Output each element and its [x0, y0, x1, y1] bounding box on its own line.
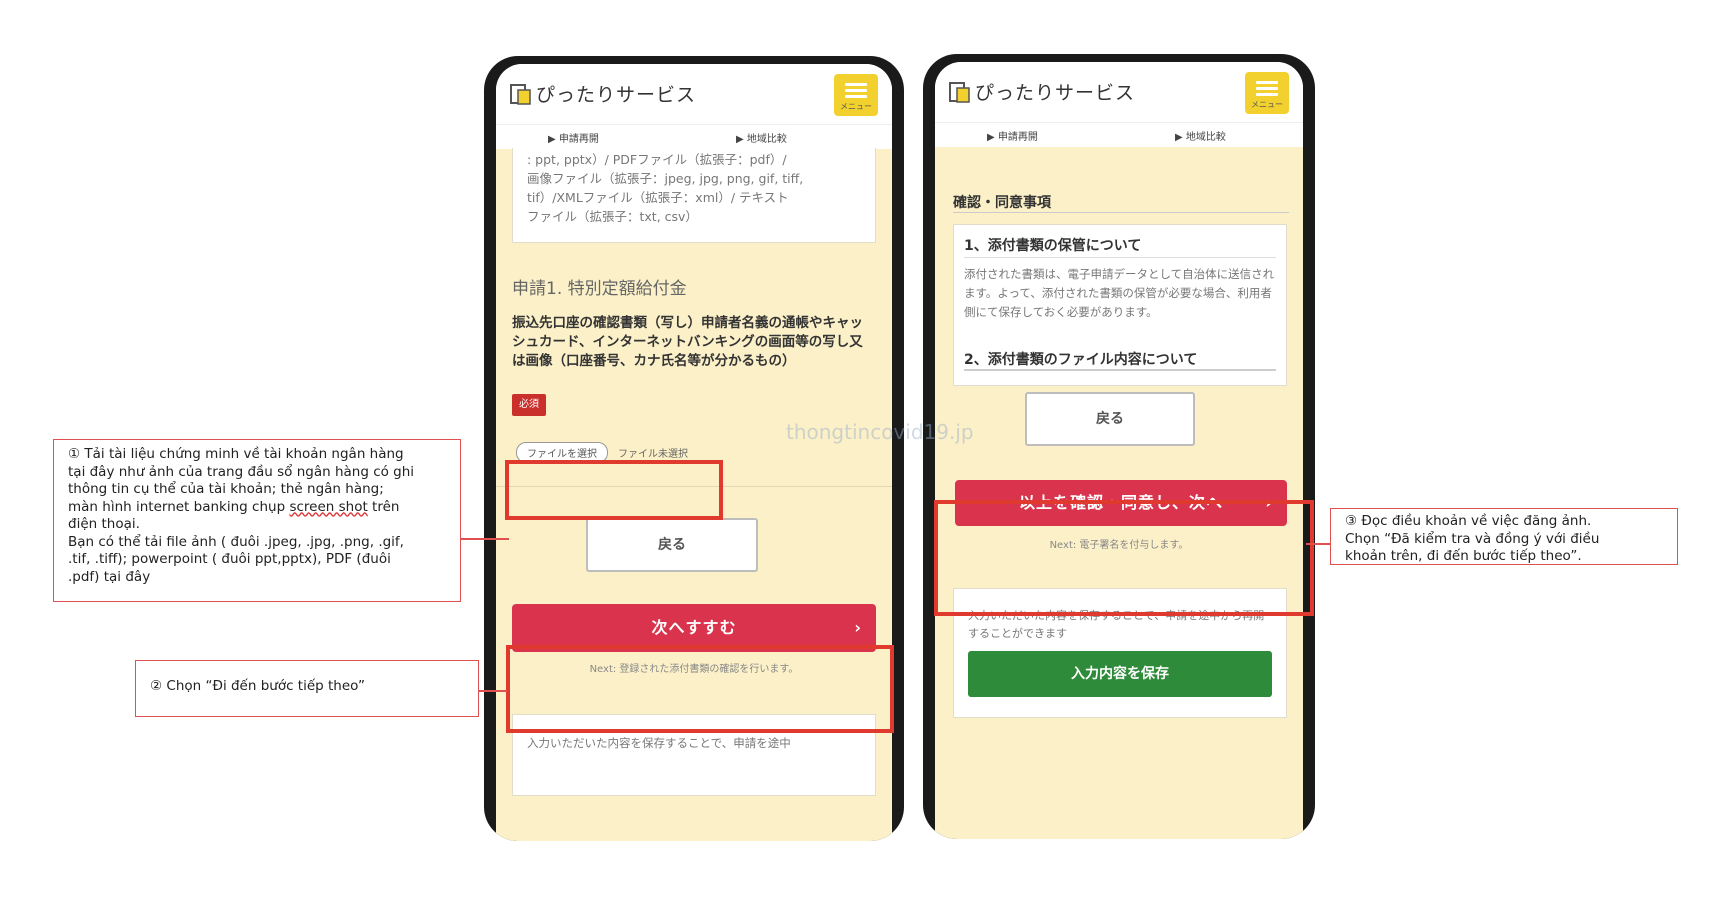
back-button[interactable]: 戻る	[1025, 392, 1195, 446]
watermark: thongtincovid19.jp	[786, 420, 974, 444]
annotation-1-line: .tif, .tiff); powerpoint ( đuôi ppt,pptx…	[68, 551, 391, 567]
required-badge: 必須	[512, 394, 546, 416]
term-2-underline	[964, 369, 1276, 371]
sub-nav: ▶ 申請再開 ▶ 地域比較	[935, 122, 1303, 147]
annotation-1-line: .pdf) tại đây	[68, 568, 151, 585]
app-header: ぴったりサービス メニュー	[935, 62, 1303, 122]
brand-name[interactable]: ぴったりサービス	[975, 78, 1135, 105]
connector-3	[1306, 543, 1330, 545]
highlight-file-input	[505, 460, 723, 520]
brand-name[interactable]: ぴったりサービス	[536, 80, 696, 107]
annotation-3-line: ③ Đọc điều khoản về việc đăng ảnh.	[1345, 513, 1592, 529]
phone-right-screen: ぴったりサービス メニュー ▶ 申請再開 ▶ 地域比較 確認・同意事項 1、添付…	[935, 62, 1303, 839]
annotation-1-line: Bạn có thể tải file ảnh ( đuôi .jpeg, .j…	[68, 533, 404, 550]
annotation-1-text: trên	[367, 498, 400, 515]
nav-region-link[interactable]: ▶ 地域比較	[1175, 128, 1226, 143]
annotation-3-line: khoản trên, đi đến bước tiếp theo”.	[1345, 548, 1582, 564]
annotation-1-text: screen shot	[289, 498, 368, 515]
phone-right: ぴったりサービス メニュー ▶ 申請再開 ▶ 地域比較 確認・同意事項 1、添付…	[923, 54, 1315, 839]
connector-1	[461, 538, 509, 540]
section-underline	[953, 212, 1289, 213]
file-status-text: ファイル未選択	[618, 449, 688, 460]
highlight-confirm-button	[934, 500, 1314, 616]
annotation-1: ① Tải tài liệu chứng minh về tài khoản n…	[53, 439, 461, 602]
annotation-3-line: Chọn “Đã kiểm tra và đồng ý với điều	[1345, 530, 1600, 547]
term-2-title: 2、添付書類のファイル内容について	[964, 352, 1198, 368]
file-types-line: 画像ファイル（拡張子：jpeg, jpg, png, gif, tiff,	[527, 171, 804, 186]
term-1-underline	[964, 257, 1276, 258]
save-button[interactable]: 入力内容を保存	[968, 651, 1272, 697]
highlight-next-button	[506, 645, 894, 733]
annotation-1-line: màn hình internet banking chụp screen sh…	[68, 499, 450, 517]
menu-label: メニュー	[840, 102, 872, 111]
file-types-line: ファイル（拡張子：txt, csv）	[527, 209, 698, 224]
menu-label: メニュー	[1251, 100, 1283, 109]
file-types-line: tif）/XMLファイル（拡張子：xml）/ テキスト	[527, 190, 789, 205]
sub-nav: ▶ 申請再開 ▶ 地域比較	[496, 124, 892, 149]
connector-2	[479, 690, 507, 692]
menu-button[interactable]: メニュー	[834, 74, 878, 116]
annotation-1-text: màn hình internet banking chụp	[68, 498, 290, 515]
nav-resume-link[interactable]: ▶ 申請再開	[987, 128, 1038, 143]
section-title: 申請1. 特別定額給付金	[512, 279, 687, 299]
file-types-box: : ppt, pptx）/ PDFファイル（拡張子：pdf）/ 画像ファイル（拡…	[512, 148, 876, 243]
annotation-2: ② Chọn “Đi đến bước tiếp theo”	[135, 660, 479, 717]
next-button-label: 次へすすむ	[651, 618, 737, 637]
annotation-1-line: điện thoại.	[68, 516, 140, 532]
logo-icon	[510, 84, 531, 105]
section-title: 確認・同意事項	[953, 195, 1051, 211]
term-1-title: 1、添付書類の保管について	[964, 238, 1142, 254]
nav-resume-link[interactable]: ▶ 申請再開	[548, 130, 599, 145]
terms-box: 1、添付書類の保管について 添付された書類は、電子申請データとして自治体に送信さ…	[953, 224, 1287, 386]
term-1-body: 添付された書類は、電子申請データとして自治体に送信されます。よって、添付された書…	[964, 267, 1275, 319]
annotation-3: ③ Đọc điều khoản về việc đăng ảnh. Chọn …	[1330, 508, 1678, 565]
app-header: ぴったりサービス メニュー	[496, 64, 892, 124]
menu-button[interactable]: メニュー	[1245, 72, 1289, 114]
file-types-line: : ppt, pptx）/ PDFファイル（拡張子：pdf）/	[527, 152, 787, 167]
annotation-2-text: ② Chọn “Đi đến bước tiếp theo”	[150, 678, 365, 694]
annotation-1-line: ① Tải tài liệu chứng minh về tài khoản n…	[68, 446, 404, 462]
back-button[interactable]: 戻る	[586, 518, 758, 572]
field-label: 振込先口座の確認書類（写し）申請者名義の通帳やキャッシュカード、インターネットバ…	[512, 315, 863, 369]
annotation-1-line: thông tin cụ thể của tài khoản; thẻ ngân…	[68, 481, 384, 497]
nav-region-link[interactable]: ▶ 地域比較	[736, 130, 787, 145]
logo-icon	[949, 82, 970, 103]
annotation-1-line: tại đây như ảnh của trang đầu sổ ngân hà…	[68, 463, 415, 480]
